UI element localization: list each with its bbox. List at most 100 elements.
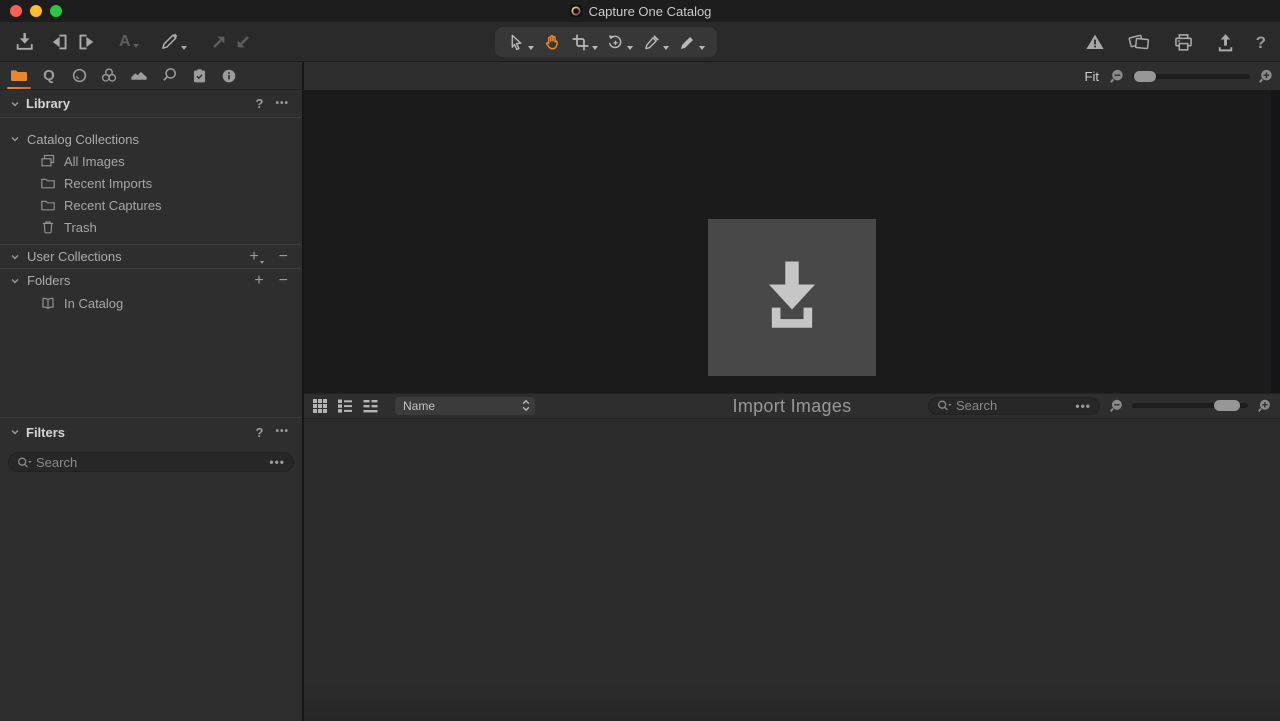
section-catalog-collections[interactable]: Catalog Collections <box>0 128 302 150</box>
tab-library[interactable] <box>6 62 32 89</box>
chevron-down-icon <box>592 46 598 50</box>
folder-icon <box>40 197 56 213</box>
sidebar-empty-area <box>0 472 302 721</box>
copy-adjustments-button[interactable] <box>209 32 229 52</box>
filters-search-input[interactable] <box>36 455 265 470</box>
select-cursor-tool[interactable] <box>507 33 534 52</box>
main-toolbar: A <box>0 22 1280 62</box>
import-catalog-icon <box>49 32 71 52</box>
tab-adjustments[interactable] <box>186 62 212 89</box>
annotations-button[interactable]: A <box>119 34 139 50</box>
library-more-button[interactable]: ••• <box>272 99 292 109</box>
import-dropzone[interactable] <box>708 219 876 376</box>
cursor-tools-group <box>495 27 717 57</box>
chevron-down-icon <box>699 46 705 50</box>
draw-mask-tool[interactable] <box>678 33 705 52</box>
viewer-zoom-mode[interactable]: Fit <box>1085 69 1099 84</box>
tree-item-in-catalog[interactable]: In Catalog <box>0 292 302 314</box>
tree-item-trash[interactable]: Trash <box>0 216 302 238</box>
tab-capture[interactable]: Q <box>36 62 62 89</box>
minimize-button[interactable] <box>30 5 42 17</box>
filters-search-field[interactable]: ••• <box>8 452 294 472</box>
color-circles-icon <box>98 66 120 85</box>
tree-item-label: Trash <box>64 220 97 235</box>
tree-item-recent-captures[interactable]: Recent Captures <box>0 194 302 216</box>
viewer-zoom-slider-thumb[interactable] <box>1134 71 1156 82</box>
export-icon <box>1215 32 1236 53</box>
zoom-in-icon[interactable] <box>1257 68 1274 85</box>
tree-item-label: In Catalog <box>64 296 123 311</box>
section-label: Folders <box>27 273 70 288</box>
print-button[interactable] <box>1172 32 1195 53</box>
viewer-zoom-slider[interactable] <box>1132 74 1250 79</box>
arrow-down-left-icon <box>233 32 253 52</box>
lens-icon <box>70 66 89 85</box>
tab-details[interactable] <box>156 62 182 89</box>
chevron-down-icon <box>260 261 264 264</box>
tab-metadata[interactable] <box>216 62 242 89</box>
zoom-out-icon[interactable] <box>1108 68 1125 85</box>
apply-adjustments-button[interactable] <box>233 32 253 52</box>
crop-tool[interactable] <box>571 33 598 52</box>
thumbnail-size-slider-thumb[interactable] <box>1214 400 1240 411</box>
chevron-down-icon <box>528 46 534 50</box>
pick-color-tool[interactable] <box>642 33 669 52</box>
filters-more-button[interactable]: ••• <box>272 427 292 437</box>
traffic-lights <box>10 5 62 17</box>
filters-help-button[interactable]: ? <box>253 426 267 439</box>
tab-lens-correction[interactable] <box>66 62 92 89</box>
section-folders[interactable]: Folders + − <box>0 268 302 292</box>
print-icon <box>1172 32 1195 53</box>
styles-brush-icon <box>159 32 179 52</box>
tree-item-recent-imports[interactable]: Recent Imports <box>0 172 302 194</box>
chevron-down-icon <box>663 46 669 50</box>
arrow-up-right-icon <box>209 32 229 52</box>
export-catalog-icon <box>75 32 97 52</box>
add-collection-button[interactable]: + <box>245 249 267 265</box>
add-folder-button[interactable]: + <box>250 273 267 289</box>
import-dropzone-label: Import Images <box>733 396 852 417</box>
export-button[interactable] <box>1215 32 1236 53</box>
chevron-down-icon <box>627 46 633 50</box>
tree-item-label: All Images <box>64 154 125 169</box>
library-help-button[interactable]: ? <box>253 97 267 110</box>
library-panel-title: Library <box>26 96 70 111</box>
styles-brush-button[interactable] <box>159 32 187 52</box>
tree-item-all-images[interactable]: All Images <box>0 150 302 172</box>
crop-icon <box>571 33 590 52</box>
import-catalog-button[interactable] <box>49 32 71 52</box>
close-button[interactable] <box>10 5 22 17</box>
select-cursor-icon <box>507 33 526 52</box>
section-user-collections[interactable]: User Collections + − <box>0 244 302 268</box>
all-images-icon <box>40 153 56 169</box>
tree-item-label: Recent Captures <box>64 198 162 213</box>
draw-mask-icon <box>678 33 697 52</box>
chevron-down-icon <box>10 276 20 286</box>
section-label: User Collections <box>27 249 122 264</box>
zoom-button[interactable] <box>50 5 62 17</box>
capture-one-window: Capture One Catalog <box>0 0 1280 721</box>
remove-collection-button[interactable]: − <box>275 249 292 265</box>
rotate-tool[interactable] <box>606 33 633 52</box>
pick-color-icon <box>642 33 661 52</box>
import-icon <box>14 31 35 52</box>
chevron-down-icon[interactable] <box>10 427 20 437</box>
left-sidebar: Q <box>0 62 304 721</box>
import-button[interactable] <box>14 31 35 52</box>
pan-hand-tool[interactable] <box>543 33 562 52</box>
help-button[interactable]: ? <box>1256 34 1266 51</box>
rotate-icon <box>606 33 625 52</box>
capture-pilot-button[interactable] <box>1126 32 1152 52</box>
tab-color[interactable] <box>96 62 122 89</box>
search-options-button[interactable]: ••• <box>269 455 285 469</box>
warnings-button[interactable] <box>1084 32 1106 52</box>
trash-icon <box>40 219 56 235</box>
export-catalog-button[interactable] <box>75 32 97 52</box>
tab-exposure[interactable] <box>126 62 152 89</box>
remove-folder-button[interactable]: − <box>275 273 292 289</box>
thumbnail-size-slider[interactable] <box>1132 403 1248 408</box>
library-panel: Library ? ••• Catalog Collections <box>0 90 302 417</box>
clipboard-check-icon <box>191 67 208 85</box>
chevron-down-icon[interactable] <box>10 99 20 109</box>
tool-tabs: Q <box>0 62 302 90</box>
